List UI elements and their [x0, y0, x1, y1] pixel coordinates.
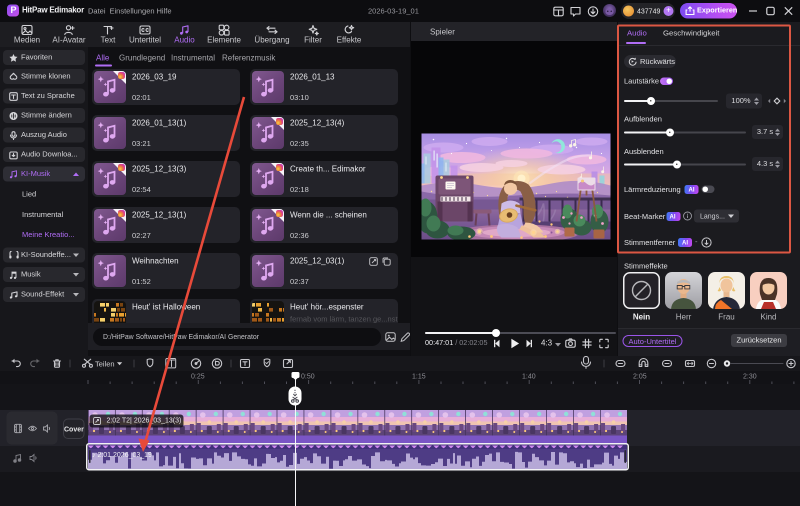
svg-text:Teilen: Teilen: [95, 359, 115, 368]
